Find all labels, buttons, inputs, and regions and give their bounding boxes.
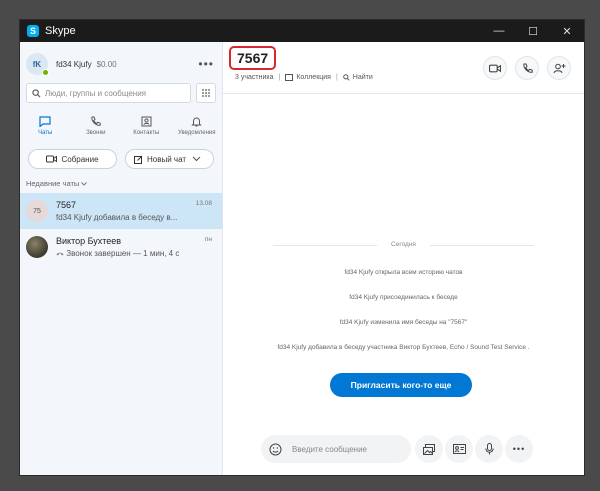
find-link[interactable]: Найти xyxy=(353,74,373,81)
microphone-icon xyxy=(484,443,494,455)
avatar[interactable]: fK xyxy=(26,53,49,76)
bell-icon xyxy=(191,117,202,127)
phone-icon xyxy=(522,63,533,73)
system-message: fd34 Kjufy присоединилась к беседе xyxy=(349,294,458,301)
chevron-down-icon xyxy=(81,182,88,186)
search-icon xyxy=(32,88,41,97)
chat-name: Виктор Бухтеев xyxy=(56,236,122,246)
chat-preview: fd34 Kjufy добавила в беседу в... xyxy=(56,213,178,222)
media-gallery-button[interactable] xyxy=(415,435,443,463)
tab-chats-label: Чаты xyxy=(38,130,53,136)
nav-tabs: Чаты Звонки Контакты Уведомления xyxy=(20,111,222,141)
conversation-title[interactable]: 7567 xyxy=(229,46,277,70)
tab-chats[interactable]: Чаты xyxy=(20,111,71,141)
more-options-icon[interactable]: ••• xyxy=(198,57,214,71)
video-call-button[interactable] xyxy=(483,56,507,80)
window-title: Skype xyxy=(45,25,76,37)
date-divider: Сегодня xyxy=(273,241,534,248)
minimize-button[interactable]: — xyxy=(482,20,516,42)
meeting-button[interactable]: Собрание xyxy=(28,149,117,169)
gallery-icon xyxy=(285,74,294,81)
skype-logo-icon: S xyxy=(27,25,39,37)
profile-balance: $0.00 xyxy=(96,59,117,69)
skype-window: S Skype — ☐ ✕ fK fd34 Kjufy $0.00 ••• Лю… xyxy=(19,19,585,476)
chat-list-item[interactable]: 75 7567 fd34 Kjufy добавила в беседу в..… xyxy=(20,193,222,229)
dialpad-button[interactable] xyxy=(196,83,216,103)
group-avatar: 75 xyxy=(26,200,48,222)
contact-photo-avatar xyxy=(26,236,48,258)
maximize-button[interactable]: ☐ xyxy=(516,20,550,42)
profile-bar[interactable]: fK fd34 Kjufy $0.00 ••• xyxy=(20,48,222,80)
image-icon xyxy=(423,443,435,455)
tab-notifications-label: Уведомления xyxy=(177,130,216,136)
chat-preview: Звонок завершен — 1 мин, 4 с xyxy=(56,249,216,258)
chat-time: пн xyxy=(204,236,212,243)
search-placeholder: Люди, группы и сообщения xyxy=(45,88,146,98)
call-ended-icon xyxy=(56,252,64,256)
tab-calls-label: Звонки xyxy=(86,130,106,136)
more-actions-button[interactable]: ••• xyxy=(505,435,533,463)
tab-notifications[interactable]: Уведомления xyxy=(172,111,223,141)
chevron-down-icon[interactable] xyxy=(192,156,201,162)
emoji-icon[interactable] xyxy=(269,443,282,456)
close-button[interactable]: ✕ xyxy=(550,20,584,42)
video-camera-icon xyxy=(46,155,58,163)
sidebar: fK fd34 Kjufy $0.00 ••• Люди, группы и с… xyxy=(20,42,223,475)
title-bar: S Skype — ☐ ✕ xyxy=(20,20,584,42)
separator: | xyxy=(335,74,338,81)
meeting-label: Собрание xyxy=(61,154,99,164)
chat-list-item[interactable]: Виктор Бухтеев Звонок завершен — 1 мин, … xyxy=(20,229,222,265)
avatar-initials: fK xyxy=(32,59,42,69)
contact-card-icon xyxy=(452,444,466,454)
chat-time: 13.08 xyxy=(195,200,212,207)
invite-button[interactable]: Пригласить кого-то еще xyxy=(330,373,472,397)
system-message: fd34 Kjufy открыла всем историю чатов xyxy=(344,269,463,276)
phone-icon xyxy=(91,116,101,126)
add-people-button[interactable] xyxy=(547,56,571,80)
system-message: fd34 Kjufy добавила в беседу участника В… xyxy=(277,344,530,351)
online-status-icon xyxy=(42,69,49,76)
contacts-icon xyxy=(141,116,152,127)
recent-chats-header[interactable]: Недавние чаты xyxy=(20,179,222,188)
conversation-pane: 7567 3 участника | Коллекция | Найти Сег… xyxy=(223,42,584,475)
search-icon xyxy=(343,74,350,81)
conversation-header: 7567 3 участника | Коллекция | Найти xyxy=(223,42,584,94)
new-chat-button[interactable]: Новый чат xyxy=(125,149,214,169)
separator: | xyxy=(278,74,281,81)
video-camera-icon xyxy=(489,64,501,72)
participants-link[interactable]: 3 участника xyxy=(235,74,273,81)
system-message: fd34 Kjufy изменила имя беседы на "7567" xyxy=(339,319,468,326)
recent-chats-label: Недавние чаты xyxy=(26,179,80,188)
dialpad-icon xyxy=(202,89,210,97)
profile-name: fd34 Kjufy xyxy=(56,59,92,69)
message-placeholder: Введите сообщение xyxy=(292,444,367,454)
chat-icon xyxy=(39,116,51,127)
chat-name: 7567 xyxy=(56,200,77,210)
message-input[interactable]: Введите сообщение xyxy=(261,435,411,463)
tab-contacts[interactable]: Контакты xyxy=(121,111,172,141)
edit-icon xyxy=(133,155,143,164)
tab-contacts-label: Контакты xyxy=(133,130,160,136)
more-options-icon: ••• xyxy=(512,444,526,454)
contact-card-button[interactable] xyxy=(445,435,473,463)
new-chat-label: Новый чат xyxy=(146,154,187,164)
chat-preview-text: Звонок завершен — 1 мин, 4 с xyxy=(66,249,180,258)
add-person-icon xyxy=(553,63,565,73)
message-list: Сегодня fd34 Kjufy открыла всем историю … xyxy=(223,95,584,425)
search-input[interactable]: Люди, группы и сообщения xyxy=(26,83,191,103)
tab-calls[interactable]: Звонки xyxy=(71,111,122,141)
audio-call-button[interactable] xyxy=(515,56,539,80)
voice-message-button[interactable] xyxy=(475,435,503,463)
collection-link[interactable]: Коллекция xyxy=(296,74,331,81)
composer: Введите сообщение ••• xyxy=(223,425,584,475)
